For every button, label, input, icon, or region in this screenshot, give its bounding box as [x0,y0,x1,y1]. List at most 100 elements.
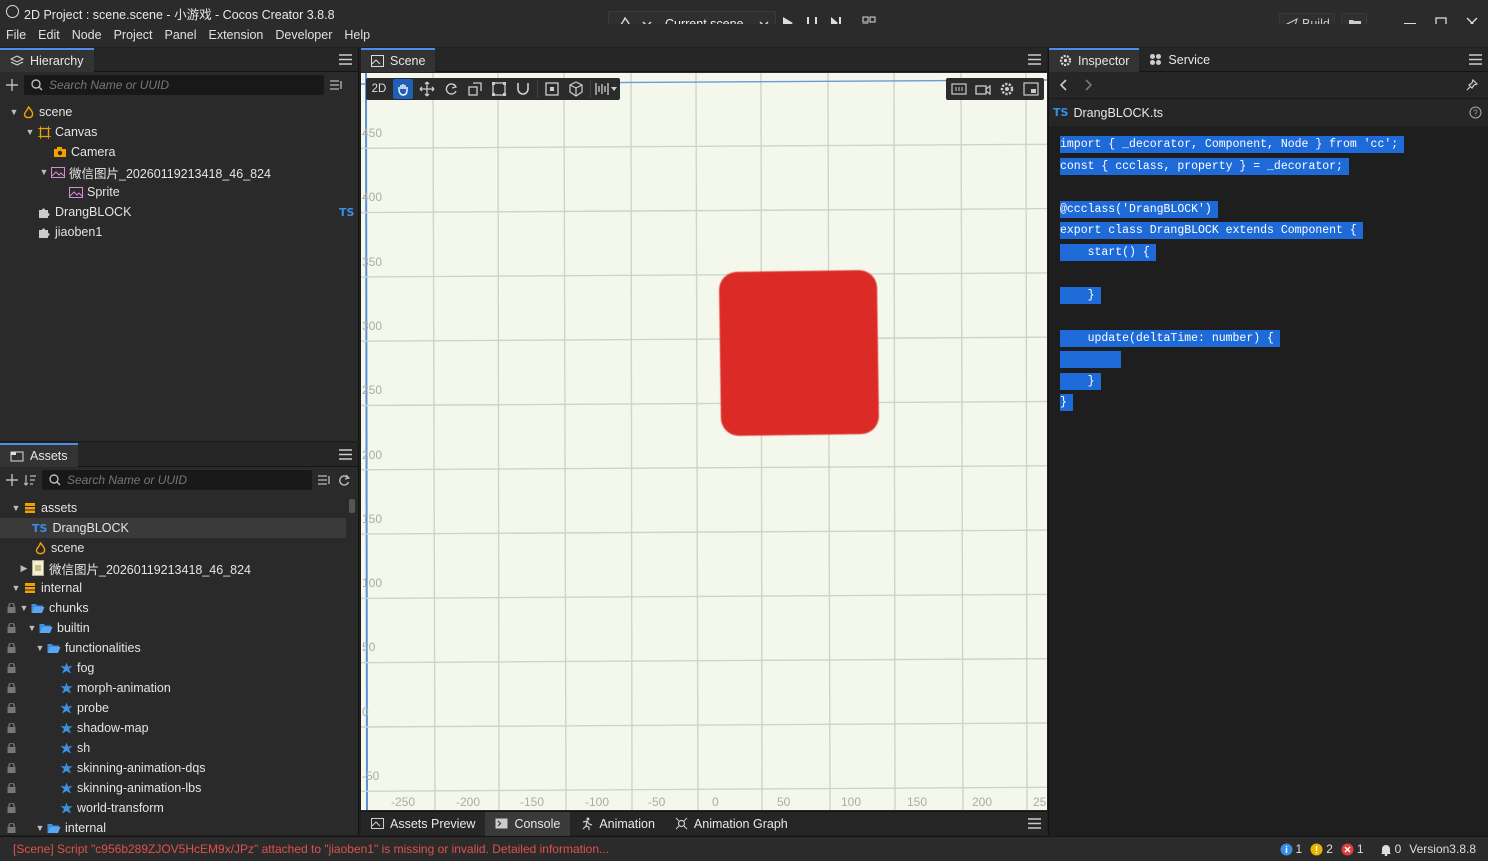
tree-node-scene[interactable]: ▼ scene [0,102,358,122]
red-block-sprite[interactable] [718,269,880,437]
menu-extension[interactable]: Extension [202,25,269,45]
expand-arrow-icon[interactable]: ▼ [26,623,38,633]
x-axis-tick-label: 25 [1033,795,1047,809]
asset-scene[interactable]: scene [0,538,358,558]
refresh-icon[interactable] [338,474,350,486]
y-axis-tick-label: 100 [362,576,383,591]
expand-arrow-icon[interactable]: ▼ [34,823,46,833]
expand-arrow-icon[interactable]: ▼ [38,167,50,177]
expand-arrow-icon[interactable]: ▼ [10,583,22,593]
asset-chunk-item[interactable]: skinning-animation-lbs [0,778,358,798]
forward-arrow-icon[interactable] [1085,79,1093,91]
menu-panel[interactable]: Panel [159,25,203,45]
tree-node-jiaoben1[interactable]: jiaoben1 [0,222,358,242]
tab-inspector[interactable]: Inspector [1049,47,1140,72]
asset-drangblock[interactable]: TS DrangBLOCK [0,518,346,538]
2d-toggle-button[interactable]: 2D [369,79,389,99]
tab-console[interactable]: Console [485,811,571,836]
menu-icon[interactable] [339,54,352,65]
list-sort-icon[interactable] [330,79,344,91]
fullscreen-icon[interactable] [1021,79,1041,99]
tree-node-image[interactable]: ▼ 微信图片_20260119213418_46_824 [0,162,358,182]
menu-icon[interactable] [1028,54,1041,65]
list-sort-icon[interactable] [318,474,332,486]
assets-search-input[interactable]: Search Name or UUID [42,470,312,490]
tab-scene[interactable]: Scene [361,47,436,72]
asset-chunk-item[interactable]: skinning-animation-dqs [0,758,358,778]
expand-arrow-icon[interactable]: ▼ [24,127,36,137]
code-preview[interactable]: import { _decorator, Component, Node } f… [1049,126,1488,414]
hand-tool-button[interactable] [393,79,413,99]
sort-icon[interactable] [24,474,36,486]
tab-animation-graph[interactable]: Animation Graph [665,812,798,836]
scale-tool-icon[interactable] [465,79,485,99]
menu-icon[interactable] [1028,818,1041,829]
info-counter[interactable]: 1 [1280,842,1302,856]
tab-service[interactable]: Service [1139,48,1220,72]
scene-view-toolbar [946,78,1044,100]
menu-node[interactable]: Node [66,25,108,45]
tab-animation[interactable]: Animation [570,812,665,836]
tab-assets[interactable]: Assets [0,443,78,467]
inspector-header: Inspector Service [1049,47,1488,72]
tree-node-canvas[interactable]: ▼ Canvas [0,122,358,142]
menu-icon[interactable] [339,449,352,460]
status-error-message[interactable]: [Scene] Script "c956b289ZJOV5HcEM9x/JPz"… [0,842,609,856]
tab-assets-preview[interactable]: Assets Preview [361,812,485,836]
gear-icon[interactable] [997,79,1017,99]
hierarchy-search-input[interactable]: Search Name or UUID [24,75,324,95]
expand-arrow-icon[interactable]: ▼ [10,503,22,513]
anchor-pivot-icon[interactable] [542,79,562,99]
expand-arrow-icon[interactable]: ▼ [34,643,46,653]
asset-folder-functionalities[interactable]: ▼ functionalities [0,638,358,658]
warning-counter[interactable]: 2 [1310,842,1333,856]
asset-chunk-item[interactable]: world-transform [0,798,358,818]
help-icon[interactable]: ? [1469,106,1482,119]
asset-chunk-item[interactable]: shadow-map [0,718,358,738]
lock-icon [7,623,16,633]
camera-view-icon[interactable] [973,79,993,99]
expand-arrow-icon[interactable]: ▶ [18,563,30,574]
bell-icon [1380,844,1391,856]
expand-arrow-icon[interactable]: ▼ [18,603,30,613]
y-axis-tick-label: 50 [362,640,376,655]
menu-developer[interactable]: Developer [269,25,338,45]
menu-help[interactable]: Help [338,25,376,45]
asset-chunk-item[interactable]: probe [0,698,358,718]
asset-folder-chunks[interactable]: ▼ chunks [0,598,358,618]
scene-header: Scene [361,47,1047,72]
asset-folder-assets[interactable]: ▼ assets [0,498,358,518]
scene-viewport[interactable]: 450 400 350 300 250 200 150 100 50 0 -50 -250 -200-… [361,73,1047,810]
rect-tool-icon[interactable] [489,79,509,99]
add-icon[interactable] [6,79,18,91]
asset-folder-builtin[interactable]: ▼ builtin [0,618,358,638]
move-tool-icon[interactable] [417,79,437,99]
notification-counter[interactable]: 0 [1380,842,1401,856]
menu-file[interactable]: File [0,25,32,45]
back-arrow-icon[interactable] [1059,79,1067,91]
snap-magnet-icon[interactable] [513,79,533,99]
asset-chunk-item[interactable]: morph-animation [0,678,358,698]
tree-node-camera[interactable]: Camera [0,142,358,162]
tree-node-sprite[interactable]: Sprite [0,182,358,202]
folder-open-icon [47,643,61,653]
add-icon[interactable] [6,474,18,486]
pin-icon[interactable] [1466,79,1478,91]
tree-node-drangblock[interactable]: DrangBLOCK TS [0,202,358,222]
tab-hierarchy[interactable]: Hierarchy [0,47,94,72]
asset-chunk-item[interactable]: fog [0,658,358,678]
menu-project[interactable]: Project [108,25,159,45]
rotate-tool-icon[interactable] [441,79,461,99]
error-counter[interactable]: 1 [1341,842,1364,856]
asset-folder-internal-sub[interactable]: ▼ internal [0,818,358,835]
expand-arrow-icon[interactable]: ▼ [8,107,20,117]
asset-image[interactable]: ▶ 微信图片_20260119213418_46_824 [0,558,358,578]
flame-icon [35,541,45,554]
local-global-icon[interactable] [566,79,586,99]
menu-icon[interactable] [1469,54,1482,65]
resolution-icon[interactable] [949,79,969,99]
asset-folder-internal[interactable]: ▼ internal [0,578,358,598]
menu-edit[interactable]: Edit [32,25,66,45]
asset-chunk-item[interactable]: sh [0,738,358,758]
align-dropdown[interactable] [595,81,617,97]
